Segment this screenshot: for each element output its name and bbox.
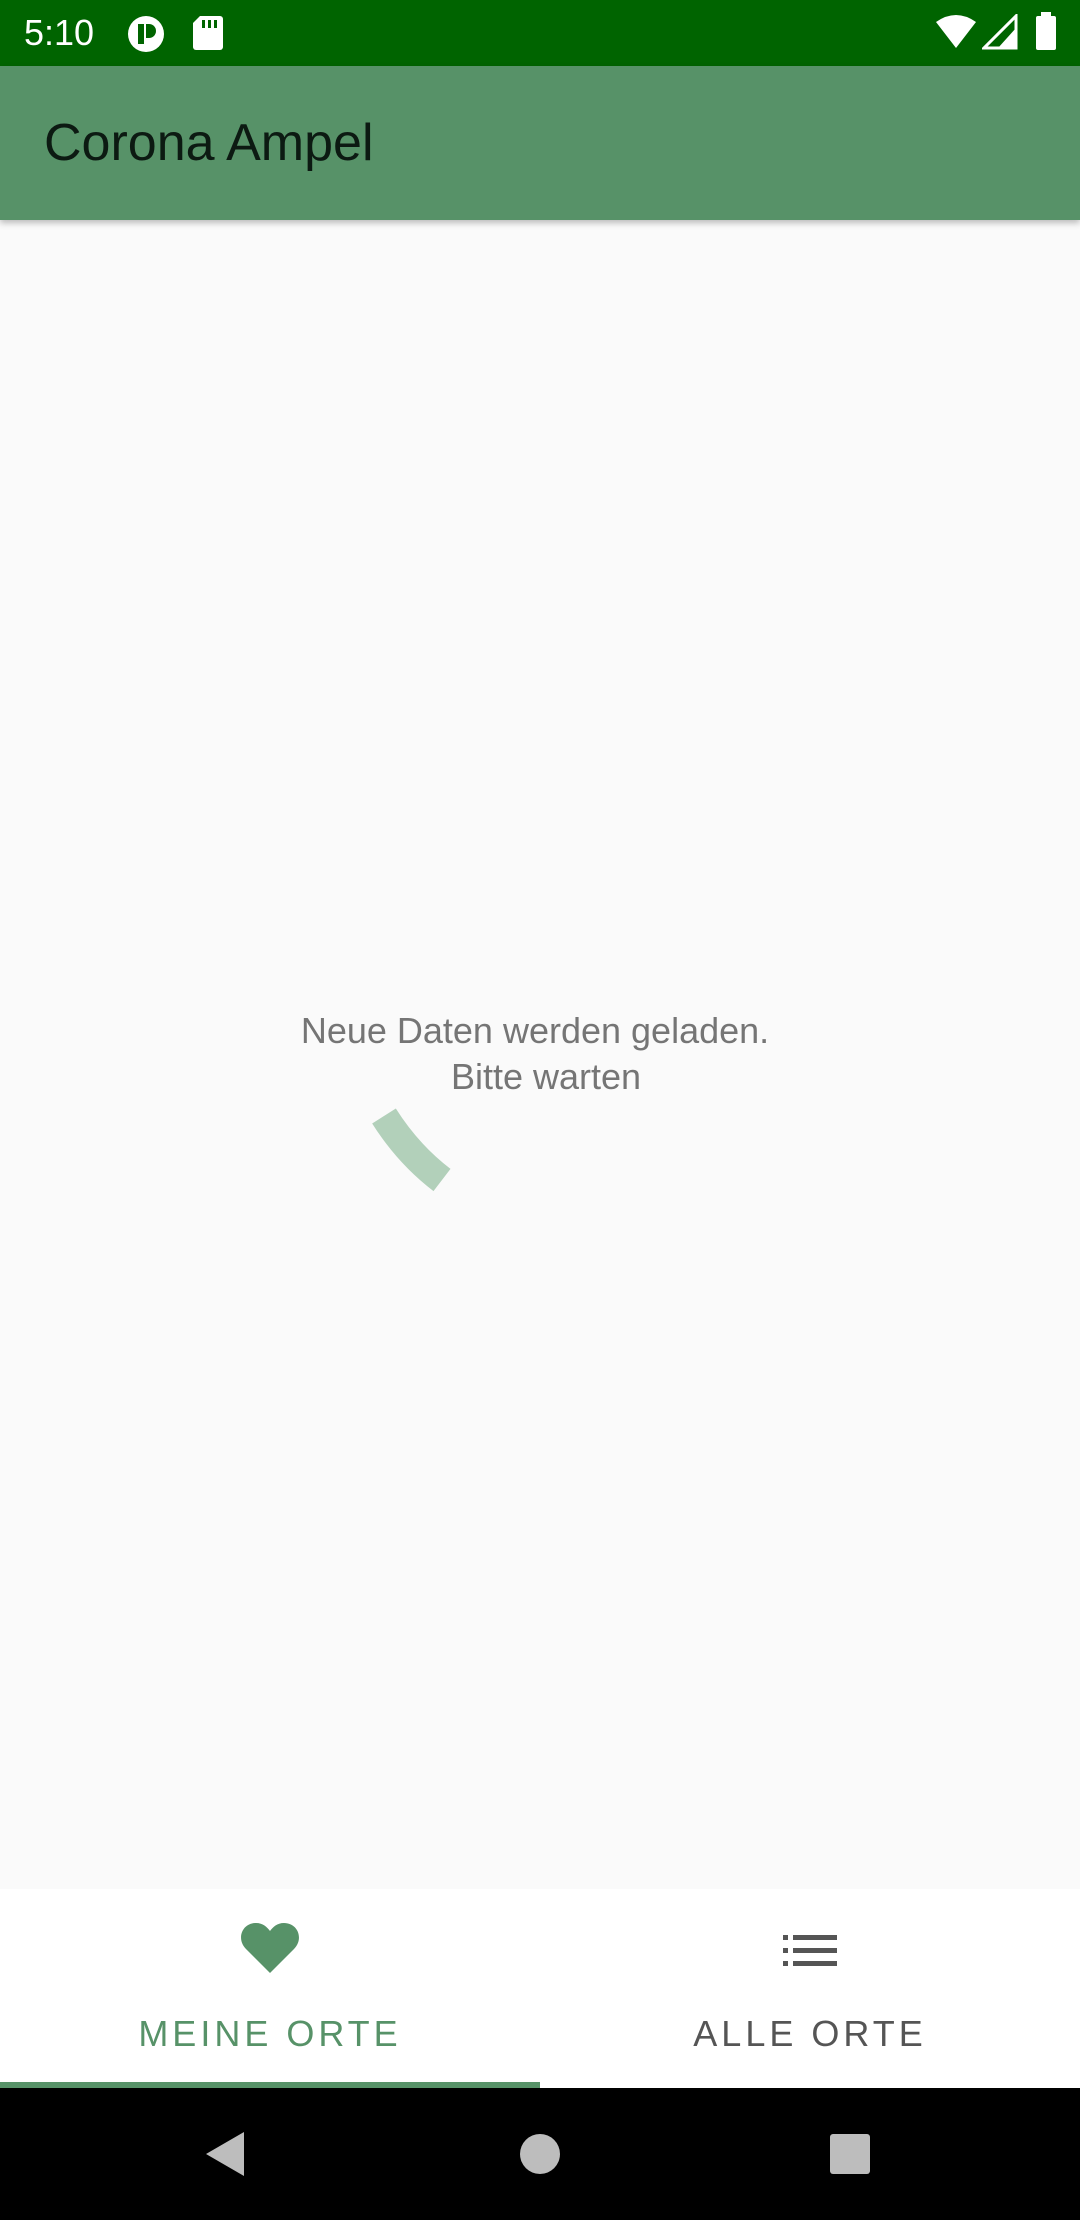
system-navigation-bar: [0, 2088, 1080, 2220]
tab-meine-orte[interactable]: MEINE ORTE: [0, 1889, 540, 2088]
app-title: Corona Ampel: [44, 114, 374, 172]
bottom-navigation: MEINE ORTE ALLE ORTE: [0, 1889, 1080, 2088]
status-time: 5:10: [24, 12, 95, 53]
loading-message-line2: Bitte warten: [450, 1056, 642, 1097]
status-bar: 5:10: [0, 0, 1080, 66]
wifi-icon: [936, 15, 976, 48]
back-icon[interactable]: [204, 2130, 246, 2178]
list-icon: [783, 1935, 837, 1966]
home-icon[interactable]: [518, 2132, 562, 2176]
loading-spinner: [372, 1108, 451, 1192]
recents-icon[interactable]: [828, 2132, 872, 2176]
notification-app-icon: [128, 16, 164, 52]
signal-icon: [982, 14, 1018, 50]
heart-icon: [241, 1923, 299, 1973]
tab-alle-orte-label: ALLE ORTE: [693, 2013, 927, 2054]
tab-alle-orte[interactable]: ALLE ORTE: [540, 1889, 1080, 2088]
sd-card-icon: [193, 16, 223, 50]
loading-message-line1: Neue Daten werden geladen.: [300, 1010, 770, 1051]
app-bar: Corona Ampel: [0, 66, 1080, 220]
tab-meine-orte-label: MEINE ORTE: [138, 2013, 402, 2054]
battery-icon: [1036, 12, 1056, 50]
main-content: Neue Daten werden geladen. Bitte warten: [0, 220, 1080, 1889]
